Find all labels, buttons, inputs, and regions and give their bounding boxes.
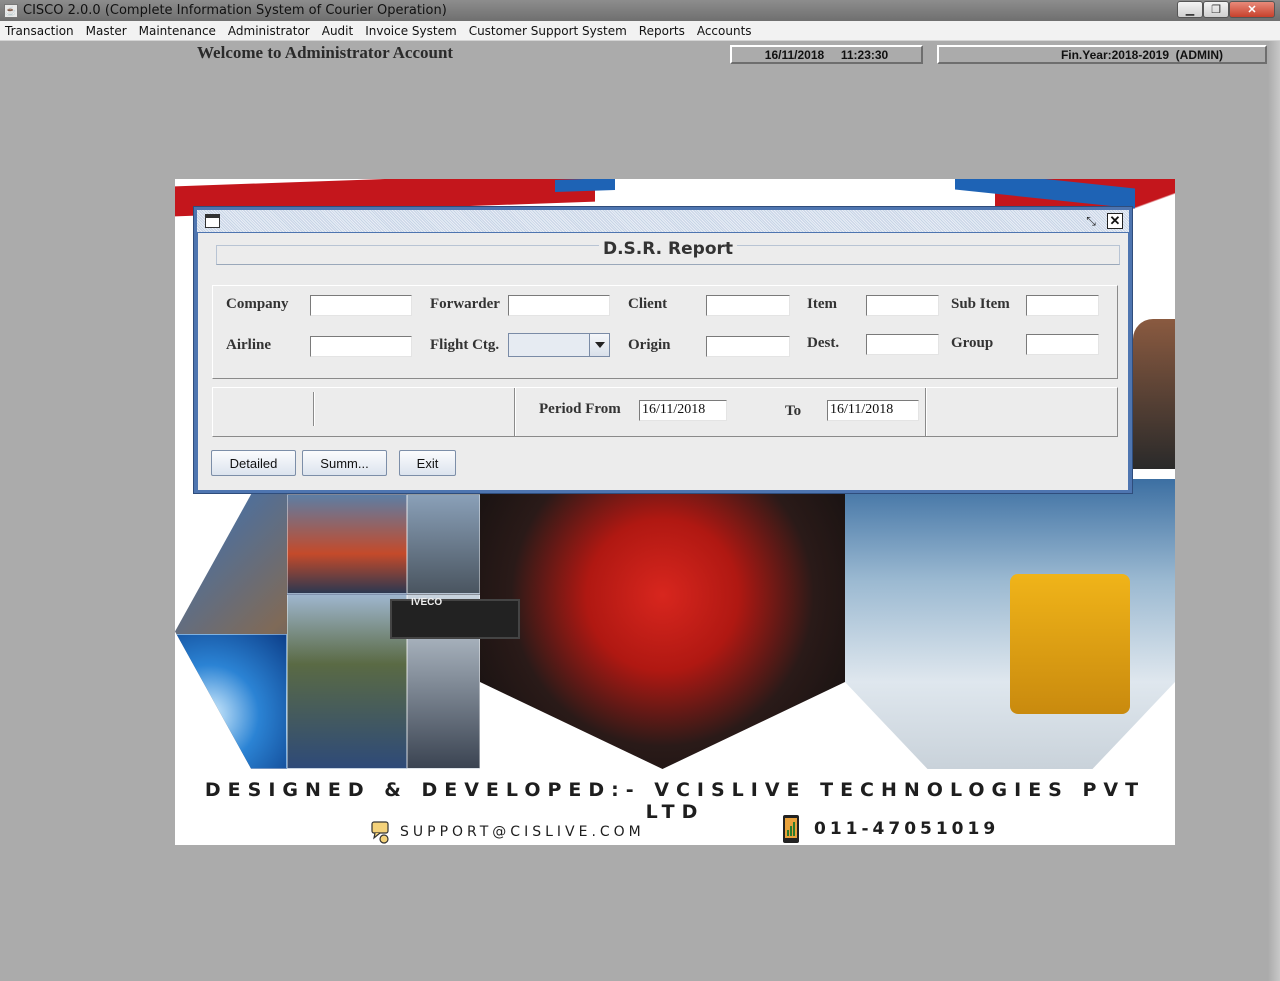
exit-button[interactable]: Exit <box>399 450 456 476</box>
support-chat-icon <box>371 821 389 844</box>
period-to-field[interactable]: 16/11/2018 <box>827 400 919 421</box>
window-title: CISCO 2.0.0 (Complete Information System… <box>23 3 447 18</box>
item-field[interactable] <box>866 295 939 316</box>
period-panel: Period From 16/11/2018 To 16/11/2018 <box>212 387 1118 437</box>
mobile-phone-icon <box>783 815 799 843</box>
banner-blue-stripe <box>555 179 615 193</box>
origin-label: Origin <box>628 337 671 353</box>
desktop-edge <box>1268 41 1280 981</box>
menu-accounts[interactable]: Accounts <box>691 24 758 38</box>
company-field[interactable] <box>310 295 412 316</box>
minimize-icon[interactable]: ▁ <box>1177 1 1203 18</box>
support-email-row: SUPPORT@CISLIVE.COM <box>370 819 645 845</box>
client-label: Client <box>628 296 668 312</box>
detailed-button[interactable]: Detailed <box>211 450 296 476</box>
report-title: D.S.R. Report <box>598 239 738 259</box>
airline-field[interactable] <box>310 336 412 357</box>
datetime-display: 16/11/2018 11:23:30 <box>730 45 923 64</box>
menu-administrator[interactable]: Administrator <box>222 24 316 38</box>
client-field[interactable] <box>706 295 790 316</box>
filter-panel: Company Forwarder Client Item Sub Item A… <box>212 285 1118 379</box>
banner-truck-image <box>480 479 845 769</box>
menu-reports[interactable]: Reports <box>633 24 691 38</box>
period-divider-1 <box>313 392 315 426</box>
menu-master[interactable]: Master <box>80 24 133 38</box>
frame-window-icon <box>205 214 220 228</box>
menu-maintenance[interactable]: Maintenance <box>133 24 222 38</box>
truck-grill <box>390 599 520 639</box>
developer-credit: DESIGNED & DEVELOPED:- VCISLIVE TECHNOLO… <box>204 779 1146 823</box>
period-from-field[interactable]: 16/11/2018 <box>639 400 727 421</box>
forwarder-label: Forwarder <box>430 296 500 312</box>
dsr-report-titlebar[interactable]: ⤡ ✕ <box>197 210 1129 232</box>
window-titlebar: ☕ CISCO 2.0.0 (Complete Information Syst… <box>0 0 1280 21</box>
airline-label: Airline <box>226 337 271 353</box>
support-phone: 011-47051019 <box>814 819 1000 839</box>
flight-ctg-label: Flight Ctg. <box>430 337 500 353</box>
finyear-display: Fin.Year:2018-2019 (ADMIN) <box>937 45 1267 64</box>
welcome-heading: Welcome to Administrator Account <box>197 43 454 62</box>
summary-button[interactable]: Summ... <box>302 450 387 476</box>
frame-restore-icon[interactable]: ⤡ <box>1083 213 1099 229</box>
chevron-down-icon[interactable] <box>589 334 609 356</box>
report-title-border: D.S.R. Report <box>216 239 1120 265</box>
support-phone-row: 011-47051019 <box>780 813 999 845</box>
restore-icon[interactable]: ❐ <box>1203 1 1229 18</box>
support-email: SUPPORT@CISLIVE.COM <box>400 824 645 840</box>
dest-field[interactable] <box>866 334 939 355</box>
sub-item-label: Sub Item <box>951 296 1010 312</box>
group-label: Group <box>951 335 994 351</box>
forwarder-field[interactable] <box>508 295 610 316</box>
close-icon[interactable]: ✕ <box>1229 1 1275 18</box>
dsr-report-window: ⤡ ✕ D.S.R. Report Company Forwarder Clie… <box>193 206 1133 494</box>
banner-person-image <box>1133 319 1175 469</box>
period-divider-2 <box>514 388 516 436</box>
company-label: Company <box>226 296 289 312</box>
origin-field[interactable] <box>706 336 790 357</box>
sub-item-field[interactable] <box>1026 295 1099 316</box>
period-to-label: To <box>785 403 802 419</box>
dsr-report-body: D.S.R. Report Company Forwarder Client I… <box>198 233 1128 490</box>
java-cup-icon: ☕ <box>4 3 18 18</box>
flight-ctg-dropdown[interactable] <box>508 333 610 357</box>
menu-audit[interactable]: Audit <box>316 24 359 38</box>
dest-label: Dest. <box>807 335 840 351</box>
menu-bar: Transaction Master Maintenance Administr… <box>0 21 1280 41</box>
frame-close-icon[interactable]: ✕ <box>1107 213 1123 229</box>
menu-invoice-system[interactable]: Invoice System <box>359 24 462 38</box>
banner-forklift-image <box>1010 574 1130 714</box>
period-divider-3 <box>925 388 927 436</box>
group-field[interactable] <box>1026 334 1099 355</box>
menu-transaction[interactable]: Transaction <box>0 24 80 38</box>
item-label: Item <box>807 296 837 312</box>
period-from-label: Period From <box>539 401 621 417</box>
menu-customer-support-system[interactable]: Customer Support System <box>463 24 633 38</box>
truck-brand-text: IVECO <box>411 597 443 608</box>
window-controls: ▁ ❐ ✕ <box>1177 1 1275 18</box>
